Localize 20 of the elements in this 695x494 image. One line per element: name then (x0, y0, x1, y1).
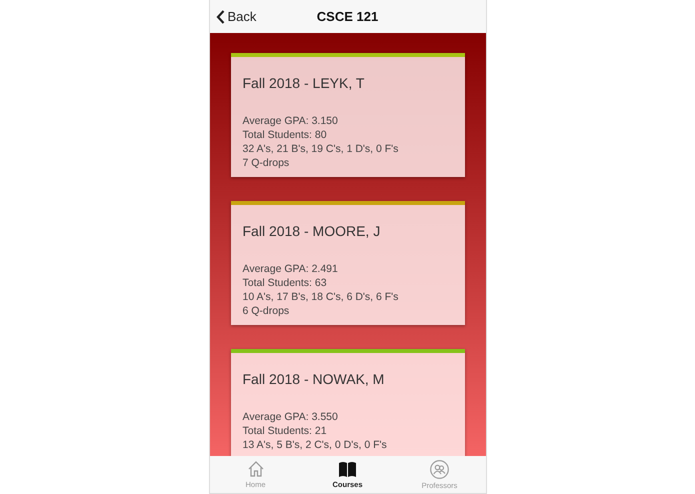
card-title: Fall 2018 - MOORE, J (242, 223, 382, 239)
stat-line: Total Students: 21 (242, 424, 328, 438)
card-title: Fall 2018 - LEYK, T (242, 75, 366, 91)
stat-line: Total Students: 63 (242, 276, 328, 290)
stat-line: Total Students: 80 (242, 128, 328, 142)
stat-line: Average GPA: 3.150 (242, 114, 339, 128)
stat-line: 10 A's, 17 B's, 18 C's, 6 D's, 6 F's (242, 290, 400, 304)
book-icon (338, 460, 357, 478)
page-title: CSCE 121 (316, 9, 378, 24)
stat-line: 32 A's, 21 B's, 19 C's, 1 D's, 0 F's (242, 142, 400, 156)
back-button[interactable]: Back (210, 0, 262, 33)
stat-line: 6 Q-drops (242, 304, 290, 318)
stat-line: Average GPA: 3.550 (242, 410, 339, 424)
house-icon (246, 460, 264, 478)
stat-line: Average GPA: 2.491 (242, 262, 339, 276)
people-icon (430, 460, 449, 478)
stat-line: 13 A's, 5 B's, 2 C's, 0 D's, 0 F's (242, 438, 388, 452)
stat-line: 7 Q-drops (242, 156, 290, 170)
chevron-left-icon (216, 10, 224, 24)
card-title: Fall 2018 - NOWAK, M (242, 371, 386, 387)
